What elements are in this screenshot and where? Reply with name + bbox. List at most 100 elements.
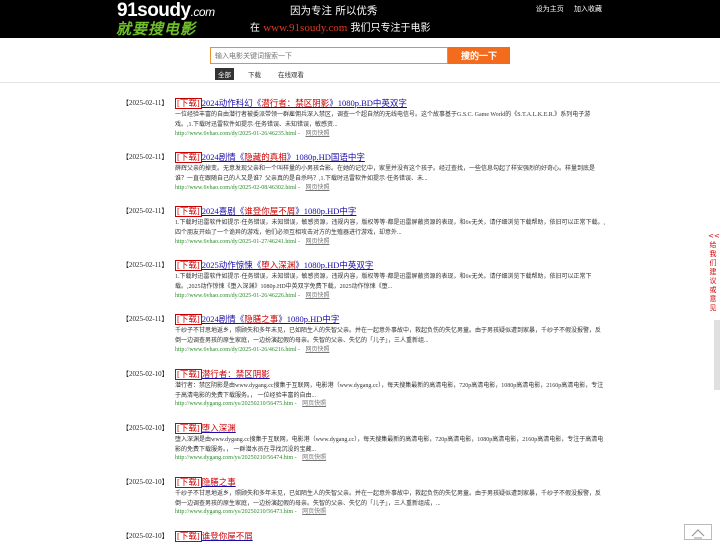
result-description: 一位经验丰富的自由潜行者被委派带领一群雇佣兵深入禁区，调查一个超自然的无线电信号… xyxy=(175,112,591,128)
feedback-tab[interactable]: << 给我们建议或意见 xyxy=(708,232,720,313)
filter-download[interactable]: 下载 xyxy=(245,68,264,80)
download-tag[interactable]: [下载] xyxy=(175,531,202,542)
filter-all[interactable]: 全部 xyxy=(215,68,234,80)
download-tag[interactable]: [下载] xyxy=(175,369,202,380)
result-date: 【2025-02-10】 xyxy=(122,370,169,378)
title-suffix: 》1080p.HD中英双字 xyxy=(295,260,374,270)
result-title[interactable]: [下载] 2025动作惊悚《堕入深渊》1080p.HD中英双字 xyxy=(175,259,373,271)
title-keyword: 隐藏的真相 xyxy=(244,152,287,162)
result-meta: http://www.6vhao.com/dy/2025-01-26/46216… xyxy=(175,347,330,353)
feedback-char: 议 xyxy=(709,277,717,285)
title-prefix: 2024剧情《 xyxy=(201,314,245,324)
title-keyword: 潜行者：禁区阴影 xyxy=(201,369,270,379)
download-tag[interactable]: [下载] xyxy=(175,477,202,488)
title-keyword: 隐膳之事 xyxy=(244,314,279,324)
result-description: 薛辉父亲的掉变。无意发现父亲和一个叫样量的小男孩合影。在她的记忆中，家里并没有这… xyxy=(175,166,596,182)
title-keyword: 潜行者：禁区阴影 xyxy=(261,98,330,108)
result-meta: http://www.dygang.com/ys/20250210/56475.… xyxy=(175,401,327,407)
result-date: 【2025-02-10】 xyxy=(122,424,169,432)
result-title[interactable]: [下载] 隐膳之事 xyxy=(175,476,236,488)
snapshot-link[interactable]: 网页快照 xyxy=(305,239,329,245)
result-title[interactable]: [下载] 潜行者：禁区阴影 xyxy=(175,368,270,380)
result-url[interactable]: http://www.6vhao.com/dy/2025-01-26/46226… xyxy=(175,293,296,299)
title-suffix: 》1080p.HD中字 xyxy=(295,206,357,216)
filter-online[interactable]: 在线观看 xyxy=(275,68,307,80)
snapshot-link[interactable]: 网页快照 xyxy=(305,347,329,353)
download-tag[interactable]: [下载] xyxy=(175,206,202,217)
search-input[interactable] xyxy=(210,47,448,64)
title-suffix: 》1080p.HD国语中字 xyxy=(286,152,365,162)
title-prefix: 2024动作科幻《 xyxy=(201,98,262,108)
result-description: 1.下载时迅雷软件如提示·任务错误，未知错误，敏感资源，违规内容，版权等等·都是… xyxy=(175,274,592,290)
result-meta: http://www.6vhao.com/dy/2025-01-26/46226… xyxy=(175,293,330,299)
slogan-prefix: 在 xyxy=(250,23,260,34)
add-favorite-link[interactable]: 加入收藏 xyxy=(574,5,602,13)
snapshot-link[interactable]: 网页快照 xyxy=(302,401,326,407)
set-homepage-link[interactable]: 设为主页 xyxy=(536,5,564,13)
feedback-char: 建 xyxy=(709,268,717,276)
title-prefix: 2024喜剧《 xyxy=(201,206,245,216)
result-date: 【2025-02-11】 xyxy=(122,261,169,269)
result-date: 【2025-02-11】 xyxy=(122,315,169,323)
feedback-char: 意 xyxy=(709,295,717,303)
result-title[interactable]: [下载] 2024剧情《隐藏的真相》1080p.HD国语中字 xyxy=(175,151,365,163)
result-meta: http://www.6vhao.com/dy/2025-01-27/46241… xyxy=(175,239,330,245)
logo-domain: .com xyxy=(190,5,216,19)
slogan-line-1: 因为专注 所以优秀 xyxy=(290,5,378,17)
result-url[interactable]: http://www.6vhao.com/dy/2025-01-26/46216… xyxy=(175,347,296,353)
result-title[interactable]: [下载] 谁登你屋不屑 xyxy=(175,530,253,542)
result-date: 【2025-02-10】 xyxy=(122,478,169,486)
top-links: 设为主页 加入收藏 xyxy=(528,4,602,14)
feedback-char: 见 xyxy=(709,304,717,312)
search-bar: 搜的一下 xyxy=(210,47,510,64)
result-meta: http://www.6vhao.com/dy/2025-01-26/46235… xyxy=(175,131,330,137)
download-tag[interactable]: [下载] xyxy=(175,260,202,271)
result-url[interactable]: http://www.dygang.com/ys/20250210/56473.… xyxy=(175,509,293,515)
feedback-char: 或 xyxy=(709,286,717,294)
title-keyword: 隐膳之事 xyxy=(201,477,236,487)
download-tag[interactable]: [下载] xyxy=(175,314,202,325)
result-description: 1.下载时迅雷软件如提示·任务错误，未知错误，敏感资源，违规内容，版权等等·都是… xyxy=(175,220,605,236)
title-keyword: 谁登你屋不屑 xyxy=(244,206,296,216)
download-tag[interactable]: [下载] xyxy=(175,423,202,434)
snapshot-link[interactable]: 网页快照 xyxy=(302,509,326,515)
back-to-top-button[interactable] xyxy=(684,524,712,540)
result-url[interactable]: http://www.dygang.com/ys/20250210/56475.… xyxy=(175,401,293,407)
result-title[interactable]: [下载] 堕入深渊 xyxy=(175,422,236,434)
result-meta: http://www.6vhao.com/dy/2025-02-08/46302… xyxy=(175,185,330,191)
result-title[interactable]: [下载] 2024剧情《隐膳之事》1080p.HD中字 xyxy=(175,313,339,325)
snapshot-link[interactable]: 网页快照 xyxy=(305,185,329,191)
snapshot-link[interactable]: 网页快照 xyxy=(305,293,329,299)
result-meta: http://www.dygang.com/ys/20250210/56474.… xyxy=(175,455,327,461)
filter-tabs: 全部 下载 在线观看 xyxy=(215,68,318,80)
slogan-suffix: 我们只专注于电影 xyxy=(350,23,431,34)
title-keyword: 堕入深渊 xyxy=(261,260,296,270)
snapshot-link[interactable]: 网页快照 xyxy=(305,131,329,137)
search-button[interactable]: 搜的一下 xyxy=(448,47,510,64)
result-url[interactable]: http://www.6vhao.com/dy/2025-02-08/46302… xyxy=(175,185,296,191)
result-url[interactable]: http://www.6vhao.com/dy/2025-01-27/46241… xyxy=(175,239,296,245)
slogan-site: www.91soudy.com xyxy=(263,22,348,34)
result-description: 千纱子不甘思地返乡，照顾失和多年未见，已如陌生人的失智父亲。并在一起意外事故中，… xyxy=(175,328,602,344)
feedback-char: << xyxy=(708,232,720,240)
download-tag[interactable]: [下载] xyxy=(175,152,202,163)
result-title[interactable]: [下载] 2024喜剧《谁登你屋不屑》1080p.HD中字 xyxy=(175,205,356,217)
slogan-line-2: 在 www.91soudy.com 我们只专注于电影 xyxy=(250,19,431,34)
scrollbar[interactable] xyxy=(714,320,720,390)
result-date: 【2025-02-11】 xyxy=(122,99,169,107)
title-suffix: 》1080p.BD中英双字 xyxy=(329,98,407,108)
title-keyword: 堕入深渊 xyxy=(201,423,236,433)
result-meta: http://www.dygang.com/ys/20250210/56473.… xyxy=(175,509,327,515)
title-prefix: 2024剧情《 xyxy=(201,152,245,162)
result-date: 【2025-02-11】 xyxy=(122,207,169,215)
result-title[interactable]: [下载] 2024动作科幻《潜行者：禁区阴影》1080p.BD中英双字 xyxy=(175,97,407,109)
feedback-char: 我 xyxy=(709,250,717,258)
download-tag[interactable]: [下载] xyxy=(175,98,202,109)
snapshot-link[interactable]: 网页快照 xyxy=(302,455,326,461)
result-url[interactable]: http://www.dygang.com/ys/20250210/56474.… xyxy=(175,455,293,461)
result-url[interactable]: http://www.6vhao.com/dy/2025-01-26/46235… xyxy=(175,131,296,137)
feedback-char: 给 xyxy=(709,241,717,249)
title-suffix: 》1080p.HD中字 xyxy=(278,314,340,324)
feedback-char: 们 xyxy=(709,259,717,267)
site-header: 91soudy.com 就要搜电影 因为专注 所以优秀 在 www.91soud… xyxy=(0,0,720,38)
